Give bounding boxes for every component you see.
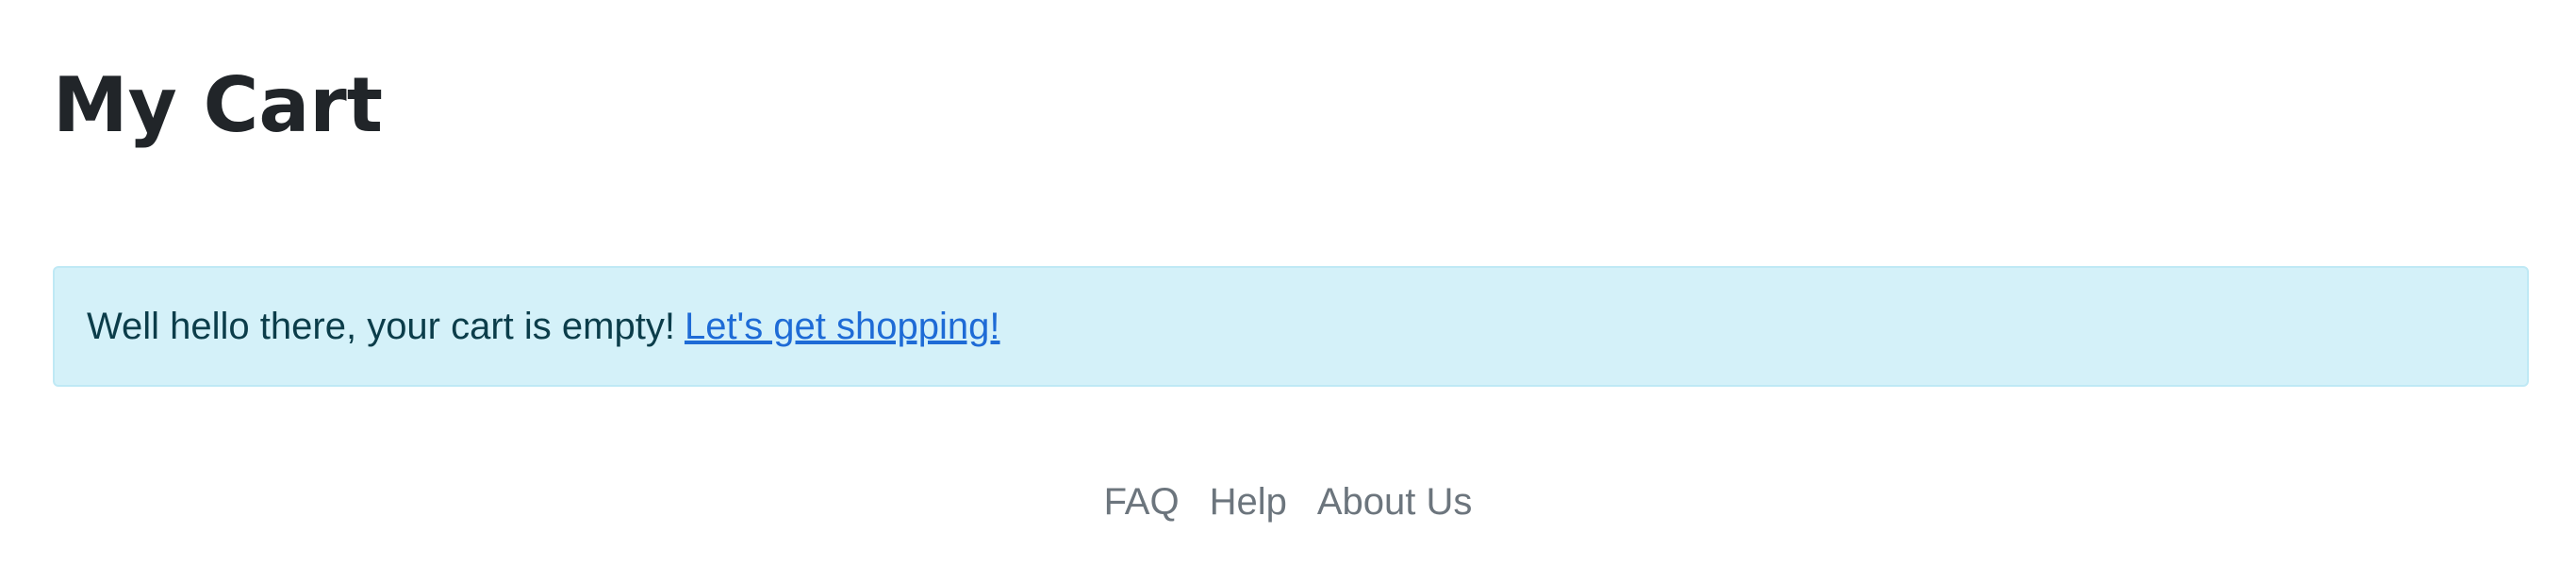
start-shopping-link[interactable]: Let's get shopping! (685, 306, 1000, 348)
empty-cart-message: Well hello there, your cart is empty! (87, 305, 675, 347)
footer-link-about-us[interactable]: About Us (1317, 481, 1473, 524)
page-title: My Cart (53, 61, 383, 149)
footer-nav: FAQ Help About Us (0, 481, 2576, 524)
footer-link-faq[interactable]: FAQ (1104, 481, 1180, 524)
empty-cart-alert: Well hello there, your cart is empty! Le… (53, 266, 2529, 387)
footer-link-help[interactable]: Help (1210, 481, 1287, 524)
